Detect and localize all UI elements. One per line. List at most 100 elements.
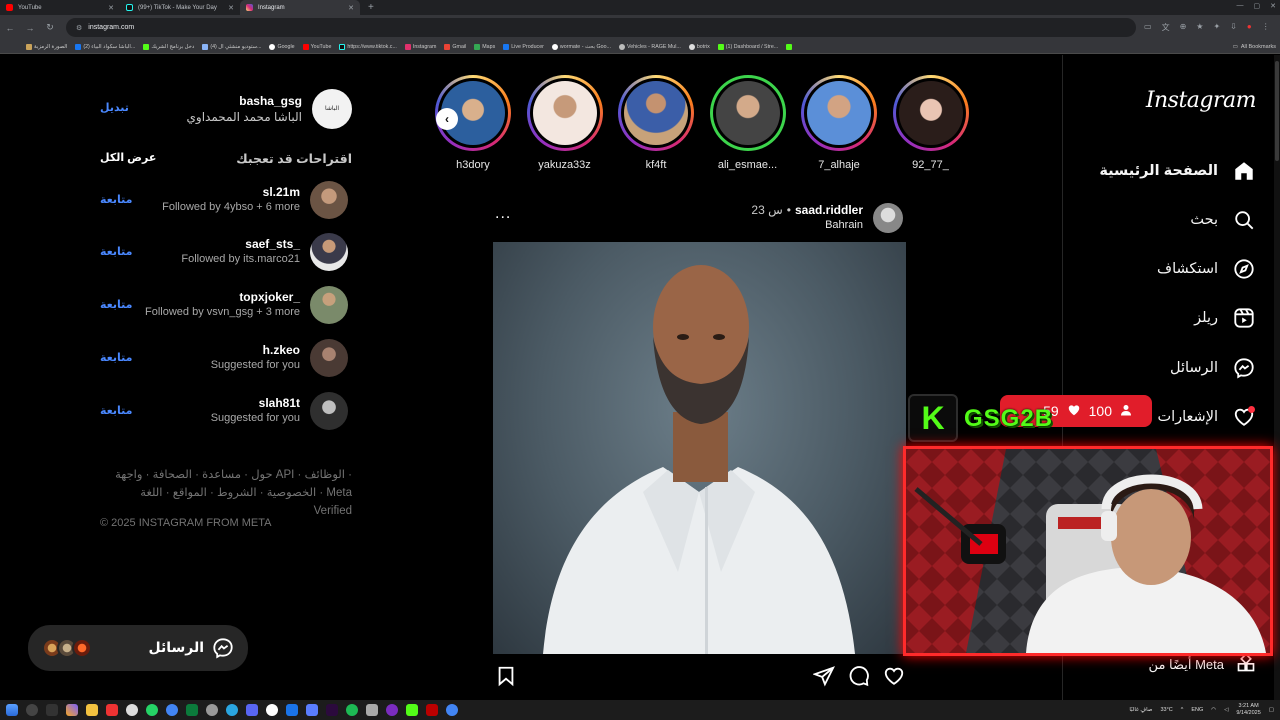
footer-line[interactable]: الخصوصية · الشروط · المواقع · اللغة · Me…: [100, 484, 352, 520]
chrome-icon[interactable]: [446, 704, 458, 716]
app-icon[interactable]: [286, 704, 298, 716]
like-icon[interactable]: [883, 665, 905, 687]
minimize-icon[interactable]: —: [1237, 2, 1244, 10]
premiere-icon[interactable]: [326, 704, 338, 716]
extensions-icon[interactable]: ✦: [1213, 22, 1220, 33]
menu-icon[interactable]: ⋮: [1262, 22, 1270, 33]
suggestion-avatar[interactable]: [310, 181, 348, 219]
more-options-icon[interactable]: ...: [495, 205, 511, 223]
bookmark-star-icon[interactable]: ★: [1196, 22, 1203, 33]
nav-item-notifications[interactable]: الإشعارات: [1157, 402, 1256, 432]
bookmark-item[interactable]: Instagram: [404, 43, 436, 50]
story-item[interactable]: yakuza33z: [526, 75, 604, 171]
copilot-icon[interactable]: [66, 704, 78, 716]
app-icon[interactable]: [426, 704, 438, 716]
footer-line[interactable]: حول · مساعدة · الصحافة · واجهة API · الو…: [100, 466, 352, 484]
post-location[interactable]: Bahrain: [825, 219, 863, 231]
tray-chevron-icon[interactable]: ^: [1181, 707, 1184, 713]
search-icon[interactable]: [26, 704, 38, 716]
back-icon[interactable]: ←: [0, 23, 20, 33]
switch-account-button[interactable]: تبديل: [100, 101, 129, 114]
close-window-icon[interactable]: ✕: [1270, 2, 1276, 10]
bookmark-item[interactable]: Maps: [474, 43, 495, 50]
tab-tiktok[interactable]: (99+) TikTok - Make Your Day ✕: [120, 0, 240, 15]
instagram-logo[interactable]: Instagram: [1146, 88, 1257, 113]
close-tab-icon[interactable]: ✕: [108, 4, 114, 12]
bookmark-item[interactable]: Gmail: [444, 43, 466, 50]
app-icon[interactable]: [306, 704, 318, 716]
chrome-icon[interactable]: [166, 704, 178, 716]
discord-icon[interactable]: [246, 704, 258, 716]
bookmark-item[interactable]: الصورة الرمزية: [26, 43, 67, 50]
app-icon[interactable]: [366, 704, 378, 716]
profile-icon[interactable]: ●: [1247, 22, 1252, 33]
close-tab-icon[interactable]: ✕: [228, 4, 234, 12]
app-icon[interactable]: [186, 704, 198, 716]
app-icon[interactable]: [126, 704, 138, 716]
notifications-icon[interactable]: ▢: [1269, 707, 1274, 713]
app-icon[interactable]: [266, 704, 278, 716]
bookmark-item[interactable]: Google: [269, 43, 295, 50]
bookmark-item[interactable]: Live Producer: [503, 43, 544, 50]
translate-icon[interactable]: 文: [1162, 22, 1170, 33]
maximize-icon[interactable]: ▢: [1254, 2, 1261, 10]
download-icon[interactable]: ⇩: [1230, 22, 1237, 33]
bookmark-item[interactable]: https://www.tiktok.c...: [339, 43, 397, 50]
language-indicator[interactable]: ENG: [1191, 707, 1203, 713]
nav-item-reels[interactable]: ريلز: [1194, 303, 1256, 333]
volume-icon[interactable]: ◁: [1224, 707, 1228, 713]
task-view-icon[interactable]: [46, 704, 58, 716]
new-tab-button[interactable]: +: [360, 2, 382, 13]
follow-button[interactable]: متابعة: [100, 404, 132, 417]
follow-button[interactable]: متابعة: [100, 351, 132, 364]
follow-button[interactable]: متابعة: [100, 298, 132, 311]
story-item[interactable]: ali_esmae...: [709, 75, 787, 171]
forward-icon[interactable]: →: [20, 23, 40, 33]
all-bookmarks[interactable]: ▭ All Bookmarks: [1226, 40, 1276, 53]
also-from-meta[interactable]: أيضًا من Meta: [1149, 652, 1256, 676]
bookmark-item[interactable]: [786, 43, 793, 50]
suggestion-avatar[interactable]: [310, 286, 348, 324]
address-bar[interactable]: ⚙ instagram.com: [66, 18, 1136, 37]
weather-temp[interactable]: 33°C: [1160, 707, 1172, 713]
suggestion-username[interactable]: topxjoker_: [239, 290, 300, 304]
zoom-icon[interactable]: ⊕: [1180, 22, 1187, 33]
close-tab-icon[interactable]: ✕: [348, 4, 354, 12]
app-icon[interactable]: [346, 704, 358, 716]
save-icon[interactable]: [495, 665, 517, 687]
suggestion-username[interactable]: sl.21m: [263, 185, 300, 199]
site-info-icon[interactable]: ⚙: [76, 24, 82, 32]
follow-button[interactable]: متابعة: [100, 193, 132, 206]
share-icon[interactable]: [812, 665, 835, 687]
see-all-button[interactable]: عرض الكل: [100, 151, 156, 166]
current-username[interactable]: basha_gsg: [239, 94, 302, 108]
current-user-avatar[interactable]: الباشا: [312, 89, 352, 129]
app-icon[interactable]: [106, 704, 118, 716]
bookmark-item[interactable]: botrix: [688, 43, 710, 50]
bookmark-item[interactable]: YouTube: [302, 43, 331, 50]
whatsapp-icon[interactable]: [146, 704, 158, 716]
app-icon[interactable]: [386, 704, 398, 716]
bookmark-item[interactable]: (4) ستوديو منشئي ال...: [202, 43, 261, 50]
story-item[interactable]: kf4ft: [617, 75, 695, 171]
story-prev-button[interactable]: ‹: [436, 108, 458, 130]
post-author[interactable]: 23 س • saad.riddler: [751, 203, 863, 217]
nav-item-home[interactable]: الصفحة الرئيسية: [1099, 156, 1256, 186]
wifi-icon[interactable]: ◠: [1211, 707, 1216, 713]
suggestion-avatar[interactable]: [310, 392, 348, 430]
suggestion-avatar[interactable]: [310, 339, 348, 377]
kick-icon[interactable]: [406, 704, 418, 716]
story-item[interactable]: 92_77_: [892, 75, 970, 171]
file-explorer-icon[interactable]: [86, 704, 98, 716]
tab-youtube[interactable]: YouTube ✕: [0, 0, 120, 15]
bookmark-item[interactable]: wormate - بحث Goo...: [551, 43, 611, 50]
suggestion-username[interactable]: saef_sts_: [245, 237, 300, 251]
bookmark-item[interactable]: (2) الباشا سكواد البياء...: [75, 43, 135, 50]
clock[interactable]: 3:21 AM 9/14/2025: [1236, 703, 1260, 717]
scrollbar-thumb[interactable]: [1275, 61, 1279, 161]
cast-icon[interactable]: ▭: [1144, 22, 1152, 33]
follow-button[interactable]: متابعة: [100, 245, 132, 258]
nav-item-search[interactable]: بحث: [1190, 205, 1256, 235]
suggestion-username[interactable]: slah81t: [259, 396, 300, 410]
start-icon[interactable]: [6, 704, 18, 716]
